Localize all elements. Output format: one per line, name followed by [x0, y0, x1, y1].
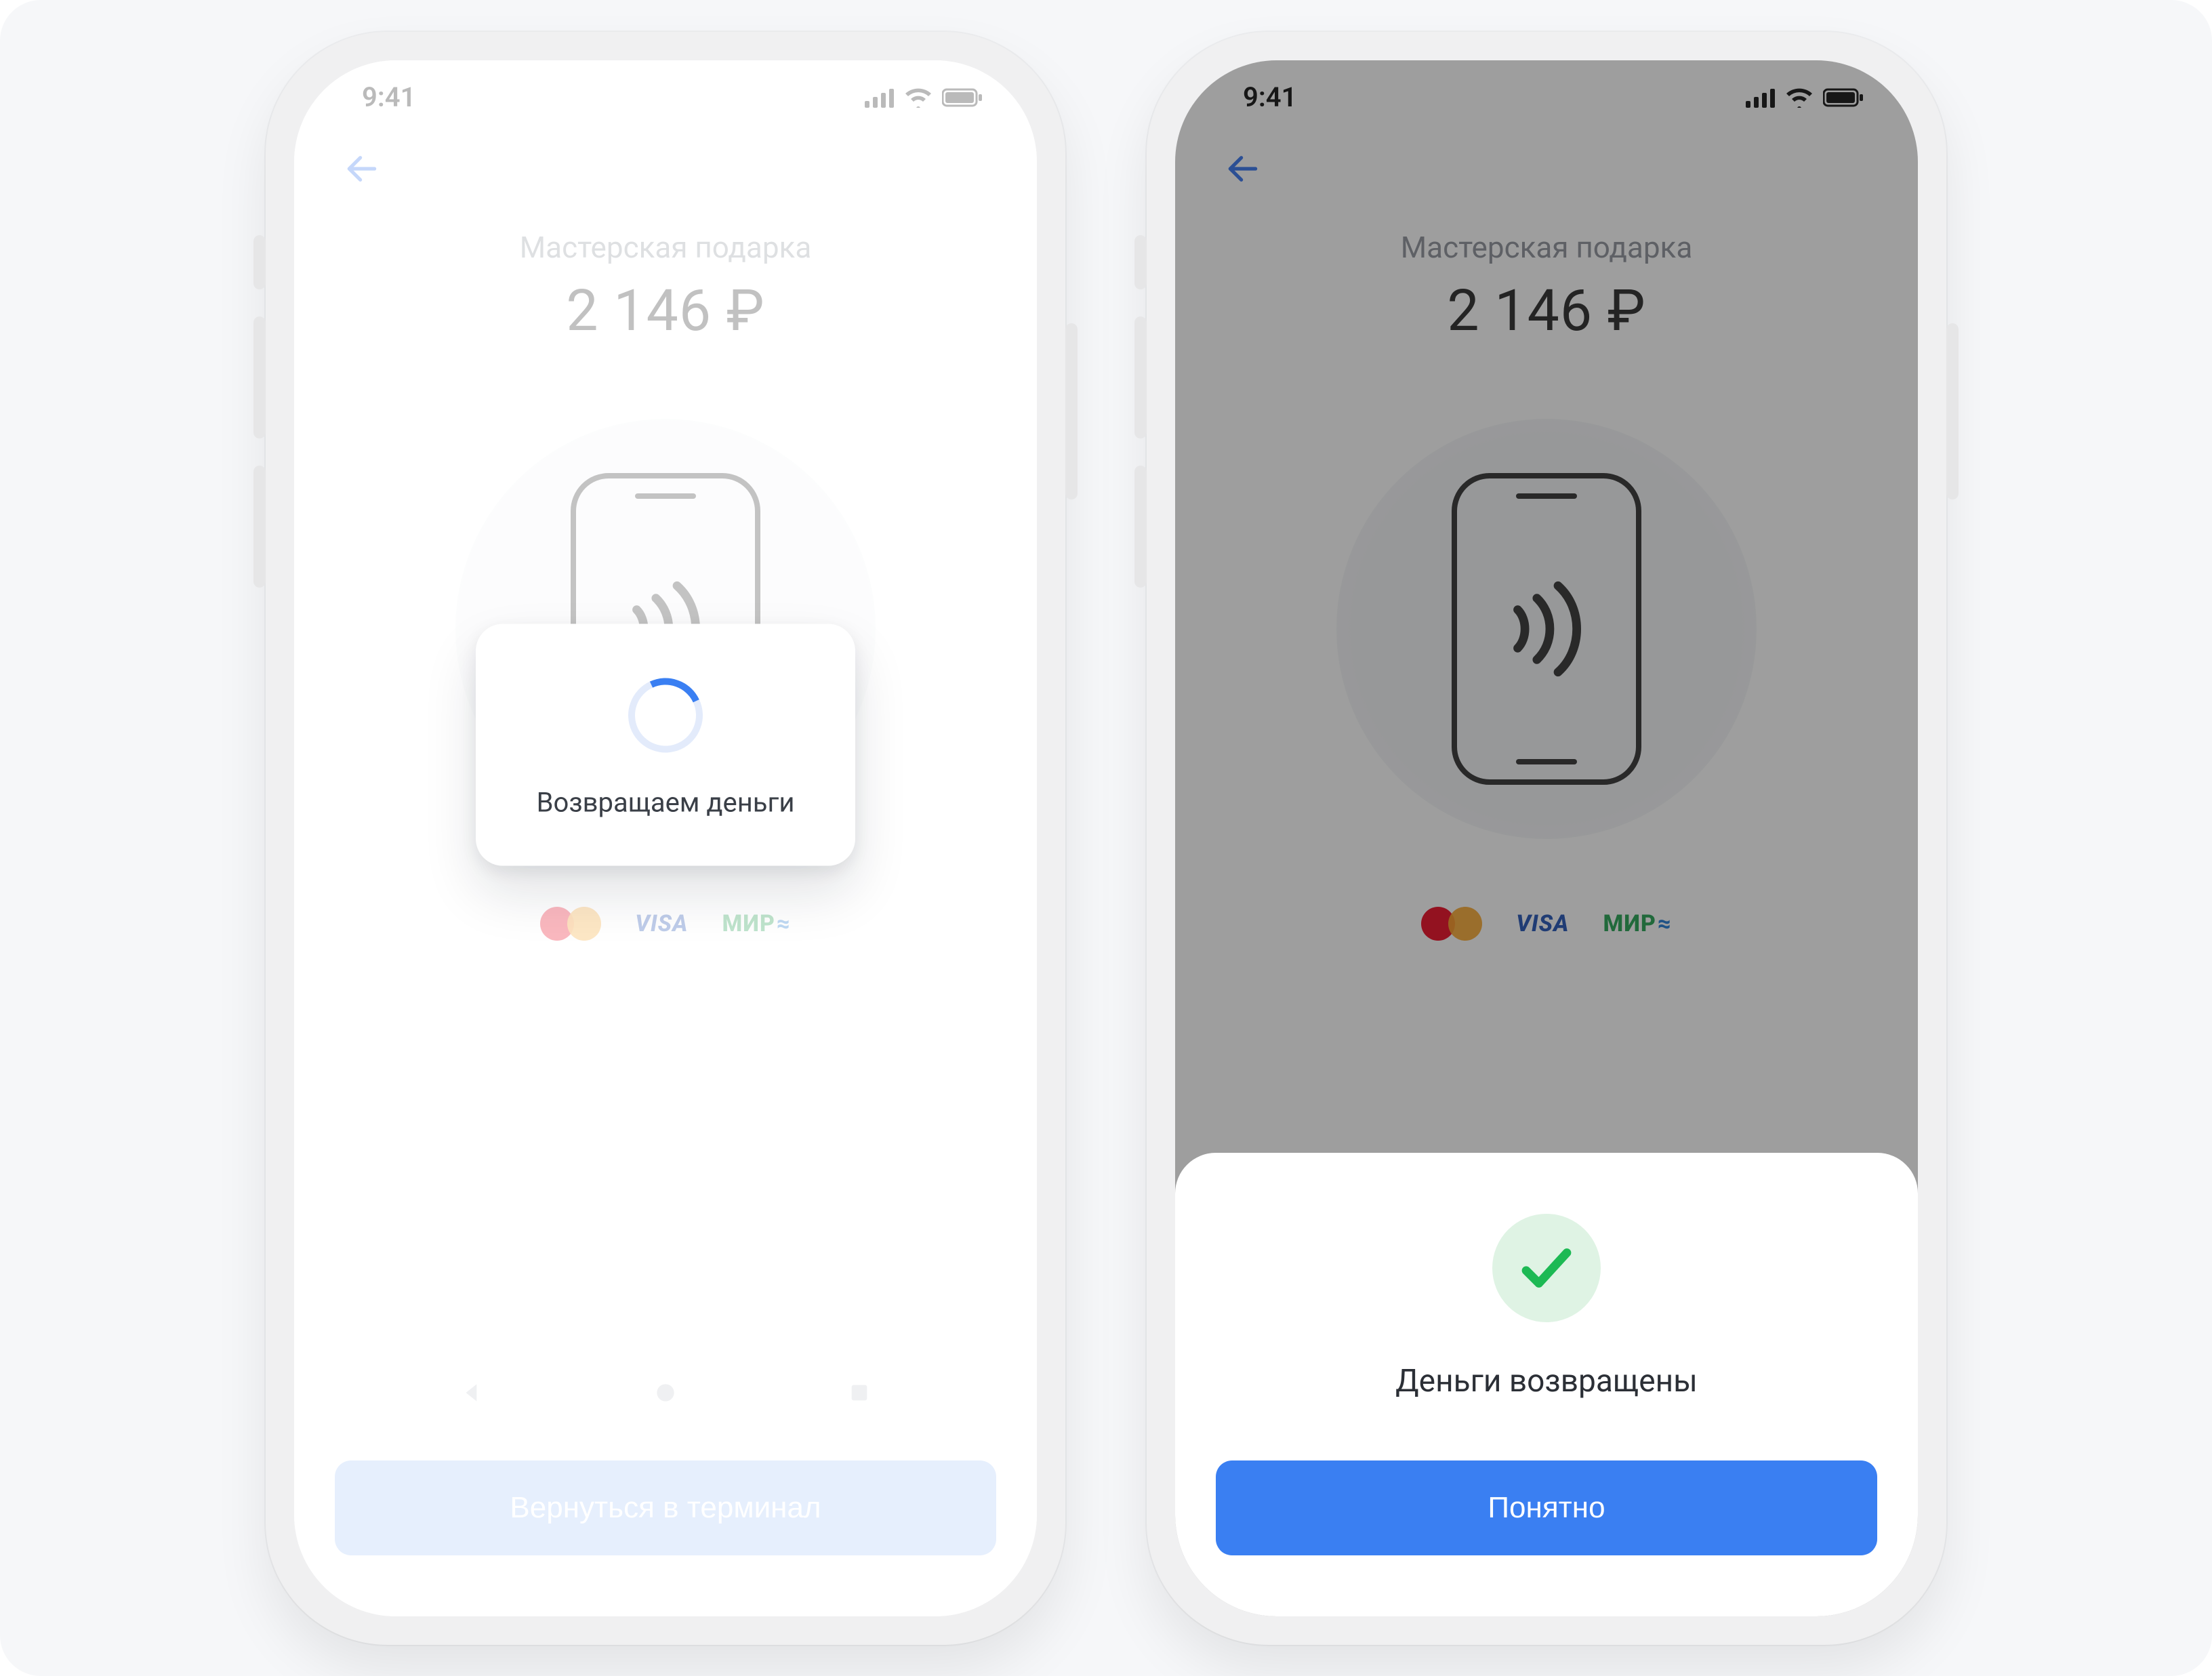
bottom-actions: Вернуться в терминал — [294, 1433, 1037, 1616]
phone-mockup-loading: 9:41 Мастерская подарка 2 146 ₽ — [266, 32, 1065, 1645]
mockup-stage: 9:41 Мастерская подарка 2 146 ₽ — [0, 0, 2212, 1676]
nav-home-icon[interactable] — [650, 1377, 681, 1408]
status-icons — [865, 87, 983, 108]
mastercard-icon — [540, 907, 601, 941]
android-nav-bar — [294, 1352, 1037, 1433]
nav-recent-icon[interactable] — [844, 1377, 875, 1408]
return-to-terminal-button[interactable]: Вернуться в терминал — [335, 1460, 996, 1555]
mir-icon: МИР≈ — [722, 907, 790, 941]
success-sheet: Деньги возвращены Понятно — [1175, 1153, 1918, 1616]
battery-icon — [942, 87, 983, 108]
visa-icon: VISA — [635, 907, 688, 941]
spinner-icon — [618, 668, 714, 763]
payment-amount: 2 146 ₽ — [294, 277, 1037, 344]
ok-button[interactable]: Понятно — [1216, 1460, 1877, 1555]
loading-text: Возвращаем деньги — [537, 786, 795, 818]
merchant-name: Мастерская подарка — [294, 230, 1037, 265]
back-button[interactable] — [335, 142, 389, 196]
header — [294, 135, 1037, 203]
arrow-left-icon — [343, 150, 381, 188]
screen-loading: 9:41 Мастерская подарка 2 146 ₽ — [294, 60, 1037, 1616]
loading-popover: Возвращаем деньги — [476, 624, 855, 865]
success-text: Деньги возвращены — [1395, 1363, 1698, 1399]
cellular-icon — [865, 87, 895, 108]
merchant-block: Мастерская подарка 2 146 ₽ — [294, 230, 1037, 344]
nav-back-icon[interactable] — [457, 1377, 488, 1408]
screen-success: 9:41 Мастерская подарка 2 146 ₽ — [1175, 60, 1918, 1616]
card-brands: VISA МИР≈ — [540, 907, 791, 941]
phone-mockup-success: 9:41 Мастерская подарка 2 146 ₽ — [1147, 32, 1946, 1645]
check-icon — [1516, 1238, 1577, 1299]
wifi-icon — [904, 87, 933, 108]
status-bar: 9:41 — [294, 60, 1037, 135]
status-time: 9:41 — [362, 81, 415, 113]
success-check-circle — [1492, 1214, 1601, 1322]
